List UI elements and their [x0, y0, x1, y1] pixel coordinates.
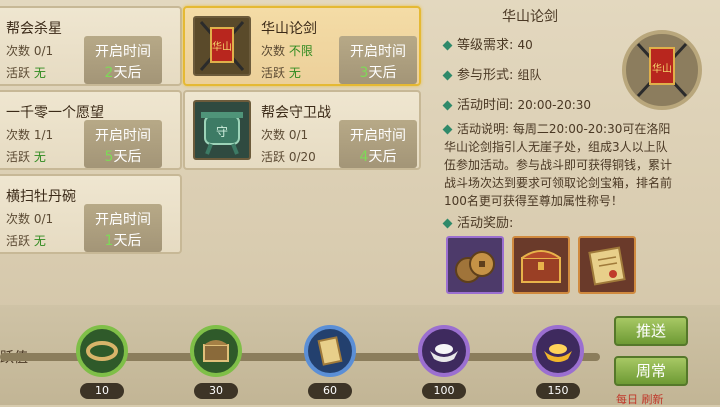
event-title: 横扫牡丹碗	[6, 189, 76, 205]
emblem-text: 华山	[652, 62, 672, 75]
milestone-value: 30	[194, 383, 238, 399]
reward-coins-icon[interactable]	[446, 236, 504, 294]
detail-description: 活动说明: 每周二20:00-20:30可在洛阳华山论剑指引人无崖子处，组成3人…	[442, 122, 673, 208]
event-active-row: 活跃 无	[261, 66, 301, 80]
event-count-row: 次数 1/1	[6, 128, 54, 142]
event-title: 帮会杀星	[6, 21, 62, 37]
milestone-chest-icon[interactable]	[190, 325, 242, 377]
milestone-gold-ingot-icon[interactable]	[532, 325, 584, 377]
weekly-button[interactable]: 周常	[614, 356, 688, 386]
event-count-row: 次数 不限	[261, 44, 313, 58]
event-count-row: 次数 0/1	[6, 44, 54, 58]
detail-time: 活动时间: 20:00-20:30	[442, 94, 591, 113]
bullet-icon	[442, 70, 453, 81]
huashan-banner-icon: 华山	[193, 16, 251, 76]
open-time-box: 开启时间 5天后	[84, 120, 162, 168]
bullet-icon	[442, 100, 453, 111]
event-title: 帮会守卫战	[261, 105, 331, 121]
event-title: 一千零一个愿望	[6, 105, 104, 121]
detail-mode: 参与形式: 组队	[442, 64, 542, 83]
bronze-cauldron-icon: 守	[193, 100, 251, 160]
emblem-text: 华山	[212, 40, 232, 53]
open-time-box: 开启时间 1天后	[84, 204, 162, 252]
milestone-value: 60	[308, 383, 352, 399]
event-count-row: 次数 0/1	[6, 212, 54, 226]
detail-reward-label: 活动奖励:	[442, 212, 513, 231]
milestone-value: 10	[80, 383, 124, 399]
event-detail-panel: 华山论剑 等级需求: 40 参与形式: 组队 活动时间: 20:00-20:30…	[430, 0, 720, 300]
open-time-box: 开启时间 2天后	[84, 36, 162, 84]
event-card-huashan[interactable]: 华山 华山论剑 次数 不限 活跃 无 开启时间 3天后	[183, 6, 421, 86]
milestone-value: 100	[422, 383, 466, 399]
open-time-box: 开启时间 4天后	[339, 120, 417, 168]
event-active-row: 活跃 无	[6, 66, 46, 80]
event-card-wishes[interactable]: 一千零一个愿望 次数 1/1 活跃 无 开启时间 5天后	[0, 90, 182, 170]
cauldron-text: 守	[216, 125, 228, 139]
reward-scroll-icon[interactable]	[578, 236, 636, 294]
activity-progress-bar: 跃值 10 30 60 100 150 每日 刷新	[0, 305, 720, 406]
event-count-row: 次数 0/1	[261, 128, 309, 142]
event-card-peony-bowl[interactable]: 横扫牡丹碗 次数 0/1 活跃 无 开启时间 1天后	[0, 174, 182, 254]
reward-chest-icon[interactable]	[512, 236, 570, 294]
event-active-row: 活跃 无	[6, 234, 46, 248]
event-active-row: 活跃 0/20	[261, 150, 316, 164]
milestone-silver-ingot-icon[interactable]	[418, 325, 470, 377]
push-button[interactable]: 推送	[614, 316, 688, 346]
milestone-rope-icon[interactable]	[76, 325, 128, 377]
event-card-guild-defense[interactable]: 守 帮会守卫战 次数 0/1 活跃 0/20 开启时间 4天后	[183, 90, 421, 170]
bullet-icon	[442, 218, 453, 229]
open-time-box: 开启时间 3天后	[339, 36, 417, 84]
bullet-icon	[442, 40, 453, 51]
detail-level: 等级需求: 40	[442, 34, 533, 53]
detail-title: 华山论剑	[502, 9, 558, 25]
event-title: 华山论剑	[261, 21, 317, 37]
milestone-scroll-icon[interactable]	[304, 325, 356, 377]
event-active-row: 活跃 无	[6, 150, 46, 164]
event-card-guild-kill-star[interactable]: 帮会杀星 次数 0/1 活跃 无 开启时间 2天后	[0, 6, 182, 86]
milestone-value: 150	[536, 383, 580, 399]
bullet-icon	[442, 124, 453, 135]
huashan-emblem-icon: 华山	[622, 30, 702, 110]
